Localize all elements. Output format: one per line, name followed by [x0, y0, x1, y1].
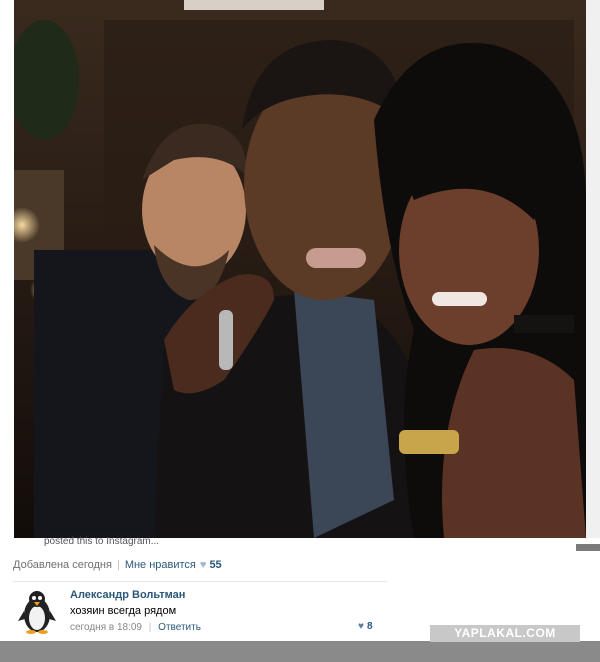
- comment-like-button[interactable]: ♥ 8: [358, 621, 373, 632]
- heart-icon[interactable]: ♥: [200, 559, 207, 571]
- post-date: Добавлена сегодня: [13, 559, 112, 571]
- penguin-avatar[interactable]: [17, 589, 57, 635]
- photo-illustration: [14, 0, 586, 538]
- comment-time[interactable]: сегодня в 18:09: [70, 622, 142, 633]
- meta-separator: |: [148, 622, 152, 633]
- post-photo[interactable]: [14, 0, 586, 538]
- divider: [13, 581, 387, 582]
- heart-icon: ♥: [358, 621, 364, 632]
- meta-separator: |: [116, 559, 120, 571]
- scroll-indicator[interactable]: [576, 544, 600, 551]
- comment-author[interactable]: Александр Вольтман: [70, 589, 185, 601]
- bottom-bar: [0, 641, 600, 662]
- comment-meta: сегодня в 18:09 | Ответить: [70, 622, 201, 633]
- site-watermark: YAPLAKAL.COM: [430, 625, 580, 642]
- like-count: 55: [209, 559, 222, 571]
- post-meta-row: Добавлена сегодня | Мне нравится ♥ 55: [13, 559, 222, 571]
- like-button[interactable]: Мне нравится: [125, 559, 196, 571]
- reply-button[interactable]: Ответить: [158, 622, 201, 633]
- comment-text: хозяин всегда рядом: [70, 605, 177, 617]
- post-caption-cut: posted this to Instagram...: [44, 536, 160, 546]
- comment-like-count: 8: [366, 621, 373, 632]
- page-edge: [586, 0, 600, 538]
